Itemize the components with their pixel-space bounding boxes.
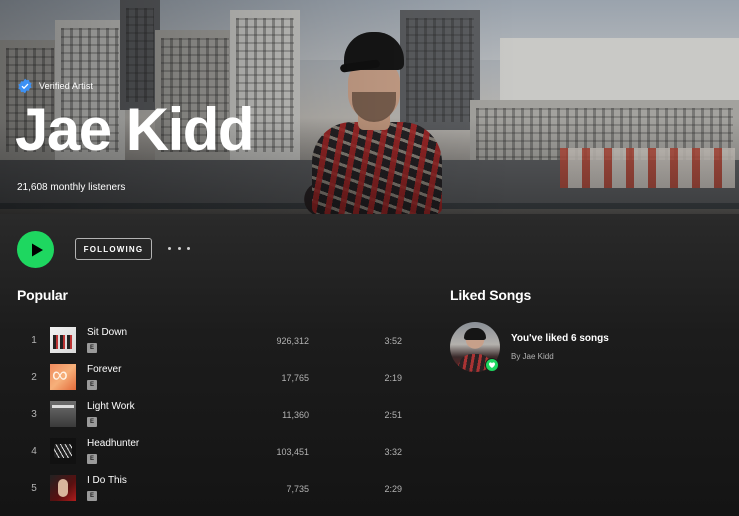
liked-songs-heading: Liked Songs [450,287,532,303]
track-row[interactable]: 2 Forever E 17,765 2:19 [17,359,417,396]
track-duration: 3:52 [384,335,402,346]
track-number: 3 [31,409,37,420]
play-button[interactable] [17,231,54,268]
artist-header: Verified Artist Jae Kidd 21,608 monthly … [0,0,739,214]
album-cover [50,438,76,464]
popular-tracks-list: 1 Sit Down E 926,312 3:52 2 Forever E 17… [17,322,417,507]
track-title[interactable]: Headhunter [87,438,139,449]
artist-name: Jae Kidd [15,96,255,163]
explicit-badge: E [87,343,97,353]
play-count: 7,735 [286,483,309,494]
popular-heading: Popular [17,287,68,303]
explicit-badge: E [87,454,97,464]
track-duration: 2:19 [384,372,402,383]
track-row[interactable]: 4 Headhunter E 103,451 3:32 [17,433,417,470]
track-row[interactable]: 5 I Do This E 7,735 2:29 [17,470,417,507]
explicit-badge: E [87,417,97,427]
play-count: 926,312 [276,335,309,346]
play-count: 17,765 [281,372,309,383]
play-count: 11,360 [282,409,309,420]
album-cover [50,475,76,501]
more-options-icon [168,246,171,250]
explicit-badge: E [87,380,97,390]
track-title[interactable]: Sit Down [87,327,127,338]
track-duration: 2:51 [384,409,402,420]
following-button[interactable]: FOLLOWING [75,238,152,260]
album-cover [50,364,76,390]
track-number: 2 [31,372,37,383]
album-cover [50,401,76,427]
play-icon [31,243,43,256]
heart-icon [488,362,496,368]
verified-artist-badge: Verified Artist [17,78,93,94]
liked-heart-badge [485,358,499,372]
verified-label: Verified Artist [39,81,94,91]
more-options-button[interactable] [168,241,190,255]
explicit-badge: E [87,491,97,501]
track-duration: 3:32 [384,446,402,457]
track-row[interactable]: 1 Sit Down E 926,312 3:52 [17,322,417,359]
track-number: 5 [31,483,37,494]
monthly-listeners: 21,608 monthly listeners [17,182,126,193]
album-cover [50,327,76,353]
track-number: 4 [31,446,37,457]
track-duration: 2:29 [384,483,402,494]
verified-check-icon [18,78,32,94]
liked-songs-by: By Jae Kidd [511,352,554,361]
liked-songs-count[interactable]: You've liked 6 songs [511,333,609,344]
track-title[interactable]: I Do This [87,475,127,486]
track-row[interactable]: 3 Light Work E 11,360 2:51 [17,396,417,433]
play-count: 103,451 [276,446,309,457]
track-title[interactable]: Forever [87,364,121,375]
track-title[interactable]: Light Work [87,401,135,412]
artist-content: FOLLOWING Popular 1 Sit Down E 926,312 3… [0,214,739,516]
track-number: 1 [31,335,37,346]
